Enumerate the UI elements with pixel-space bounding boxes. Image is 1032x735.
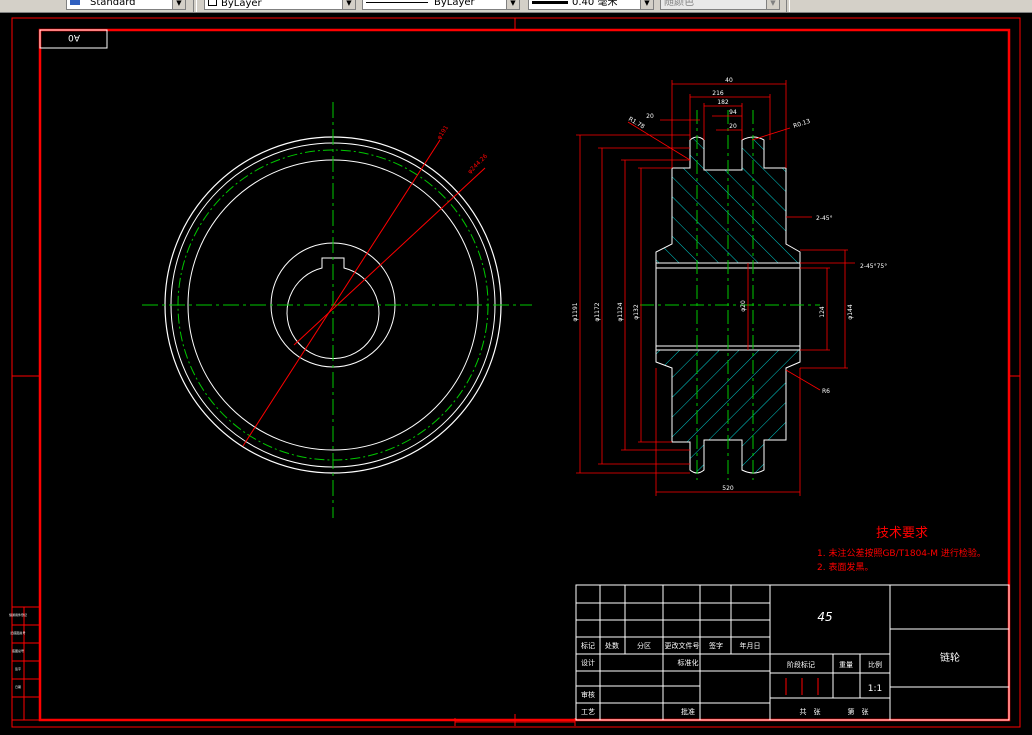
- plot-style-dropdown[interactable]: 随颜色 ▼: [660, 0, 780, 10]
- color-swatch-icon: [208, 0, 217, 6]
- drawing-canvas[interactable]: A0 φ191 φ244.26 40 216 182 94 20 20 R1.7…: [0, 13, 1032, 735]
- properties-toolbar: Standard ▼ ByLayer ▼ ByLayer ▼ 0.40 毫米 ▼…: [0, 0, 1032, 13]
- side-row-3: 底图总号: [12, 648, 24, 653]
- sheet-number: 第 张: [848, 707, 869, 716]
- toolbar-separator: [193, 0, 197, 12]
- title-block: 45 链轮 1:1 标记 处数 分区 更改文件号 签字 年月日 设计 标准化 审…: [575, 584, 1010, 721]
- dim-radius-small: R0.13: [792, 118, 811, 130]
- dim-1191: φ1191: [572, 302, 579, 321]
- dim-chamfer-1: 2-45°: [816, 215, 833, 222]
- plot-style-value: 随颜色: [664, 0, 694, 8]
- dim-182: 182: [717, 99, 729, 106]
- lineweight-preview-icon: [532, 0, 568, 4]
- top-dimensions: [627, 80, 791, 168]
- toolbar-separator: [786, 0, 790, 12]
- dim-132: φ132: [633, 304, 640, 320]
- color-dropdown[interactable]: ByLayer ▼: [204, 0, 356, 10]
- dim-20b: 20: [729, 123, 737, 130]
- notes-line-1: 1. 未注公差按照GB/T1804-M 进行检验。: [817, 547, 986, 559]
- header-zone: 分区: [637, 641, 651, 650]
- dim-144: φ144: [847, 304, 854, 320]
- sheet-outer-border: [11, 17, 1021, 728]
- technical-notes: 技术要求 1. 未注公差按照GB/T1804-M 进行检验。 2. 表面发黑。: [817, 526, 986, 573]
- sheet-size-label: A0: [68, 32, 80, 42]
- header-doc-no: 更改文件号: [665, 641, 700, 650]
- header-count: 处数: [605, 641, 619, 650]
- text-style-icon: [70, 0, 80, 5]
- sheet-frame: [38, 28, 1011, 722]
- row-review: 审核: [581, 690, 595, 699]
- dim-20a: 20: [646, 113, 654, 120]
- lineweight-value: 0.40 毫米: [572, 0, 618, 8]
- chevron-down-icon[interactable]: ▼: [506, 0, 519, 9]
- dim-chamfer-2: 2-45°75°: [860, 263, 887, 270]
- dim-bore-124: 124: [819, 306, 826, 318]
- dim-total-width: 40: [725, 77, 733, 84]
- dim-216: 216: [712, 90, 724, 97]
- header-date: 年月日: [740, 641, 761, 650]
- color-value: ByLayer: [221, 0, 262, 9]
- header-mark: 标记: [581, 641, 595, 650]
- dim-1124: φ1124: [617, 302, 624, 321]
- side-row-1: 借通用件登记: [9, 612, 27, 617]
- header-sign: 签字: [709, 641, 723, 650]
- notes-line-2: 2. 表面发黑。: [817, 561, 873, 573]
- row-standard: 标准化: [678, 658, 699, 667]
- chevron-down-icon[interactable]: ▼: [342, 0, 355, 9]
- scale-value: 1:1: [868, 684, 882, 694]
- row-process: 工艺: [581, 708, 595, 716]
- diameter-leader: [293, 167, 486, 346]
- weight-label: 重量: [839, 661, 853, 669]
- chevron-down-icon[interactable]: ▼: [640, 0, 653, 9]
- text-style-value: Standard: [90, 0, 136, 8]
- material-label: 45: [817, 610, 832, 624]
- text-style-dropdown[interactable]: Standard ▼: [66, 0, 186, 10]
- row-design: 设计: [581, 658, 595, 667]
- chevron-down-icon[interactable]: ▼: [766, 0, 779, 9]
- dim-hub-diameter: φ20: [740, 300, 747, 312]
- side-row-4: 签字: [15, 666, 21, 671]
- dim-base-width: 520: [722, 485, 734, 492]
- linetype-dropdown[interactable]: ByLayer ▼: [362, 0, 520, 10]
- chevron-down-icon[interactable]: ▼: [172, 0, 185, 9]
- dim-94: 94: [729, 109, 737, 116]
- lineweight-dropdown[interactable]: 0.40 毫米 ▼: [528, 0, 654, 10]
- dim-r6: R6: [822, 388, 830, 395]
- front-view[interactable]: φ191 φ244.26: [142, 102, 532, 518]
- side-row-2: 旧底图总号: [10, 630, 25, 635]
- section-view[interactable]: 40 216 182 94 20 20 R1.78 R0.13 2-45° 2-…: [572, 77, 887, 496]
- notes-title: 技术要求: [876, 526, 928, 541]
- sheets-total: 共 张: [800, 707, 821, 716]
- row-approve: 批准: [681, 707, 695, 716]
- linetype-preview-icon: [366, 1, 428, 3]
- part-name: 链轮: [940, 651, 960, 664]
- dim-radius-left: R1.78: [627, 116, 646, 131]
- stage-mark-label: 阶段标记: [787, 660, 815, 669]
- dim-1172: φ1172: [594, 302, 601, 321]
- side-table: 借通用件登记 旧底图总号 底图总号 签字 日期: [9, 606, 41, 721]
- dim-outer-diameter: φ191: [436, 124, 450, 141]
- scale-label: 比例: [868, 660, 882, 669]
- linetype-value: ByLayer: [434, 0, 475, 8]
- dim-tip-diameter: φ244.26: [466, 153, 489, 176]
- side-row-5: 日期: [15, 684, 21, 689]
